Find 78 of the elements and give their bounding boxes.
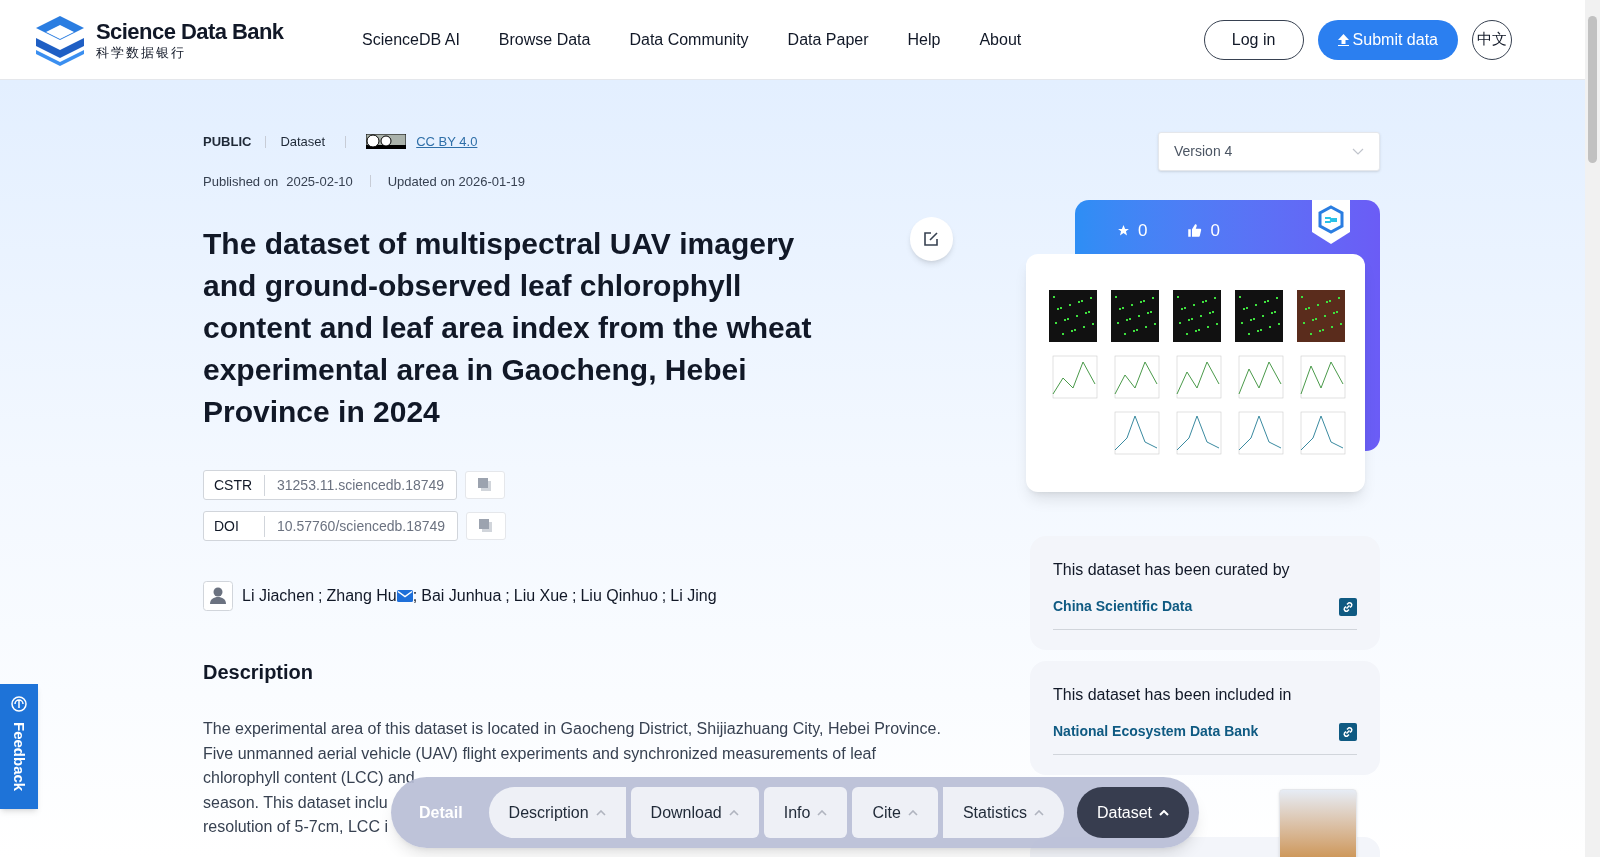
author-separator: ; xyxy=(318,586,323,606)
nav-link[interactable]: Browse Data xyxy=(498,27,591,52)
curation-text: This dataset has been included in xyxy=(1053,685,1293,705)
chevron-up-icon xyxy=(1159,809,1170,816)
dataset-title: The dataset of multispectral UAV imagery and ground-observed leaf chlorophyll content and leaf area index from the wheat experimental area in Gaocheng, Hebei Province in 2024 xyxy=(203,226,812,430)
identifier-label: CSTR xyxy=(204,474,265,496)
chevron-up-icon xyxy=(817,809,828,816)
description-text: Five unmanned aerial vehicle (UAV) flight experiments and synchronized measurements of leaf xyxy=(203,743,876,764)
author-link[interactable]: Li Jing xyxy=(670,584,717,608)
section-heading: Description xyxy=(203,660,315,685)
like-count: 0 xyxy=(1210,220,1220,242)
copy-button[interactable] xyxy=(465,471,506,499)
identifier-value: 31253.11.sciencedb.18749 xyxy=(276,475,446,495)
author-separator: ; xyxy=(505,586,510,606)
license-badge-icon[interactable] xyxy=(366,134,407,150)
submit-data-button[interactable]: Submit data xyxy=(1317,19,1458,60)
published-label: Published on xyxy=(203,172,279,191)
published-date: 2025-02-10 xyxy=(286,172,353,191)
scrollbar[interactable] xyxy=(1585,0,1600,857)
identifier-value: 10.57760/sciencedb.18749 xyxy=(276,516,447,536)
favorite-count: 0 xyxy=(1138,220,1148,242)
description-text: season. This dataset inclu xyxy=(203,792,388,813)
link-icon[interactable] xyxy=(1339,597,1357,616)
author-link[interactable]: Li Jiachen xyxy=(242,584,315,608)
chevron-up-icon xyxy=(907,809,918,816)
nav-link[interactable]: About xyxy=(979,27,1022,52)
nav-link[interactable]: Data Community xyxy=(629,27,749,52)
type-label: Dataset xyxy=(280,133,326,151)
logo-subtitle: 科学数据银行 xyxy=(96,45,187,59)
detail-tab[interactable]: Cite xyxy=(852,787,938,838)
detail-tab[interactable]: Description xyxy=(488,787,626,838)
author-link[interactable]: Liu Xue xyxy=(513,584,568,608)
login-button[interactable]: Log in xyxy=(1203,19,1304,60)
description-text: chlorophyll content (LCC) and xyxy=(203,768,415,788)
license-link[interactable]: CC BY 4.0 xyxy=(416,132,478,152)
feedback-icon xyxy=(9,694,29,714)
detail-tab[interactable]: Info xyxy=(763,787,848,838)
curation-link[interactable]: China Scientific Data xyxy=(1053,596,1193,617)
language-button[interactable]: 中文 xyxy=(1472,19,1512,60)
detail-tab[interactable]: Statistics xyxy=(942,787,1064,838)
updated-date: Updated on 2026-01-19 xyxy=(387,172,525,191)
copy-icon xyxy=(479,519,494,533)
description-text: The experimental area of this dataset is located in Gaocheng District, Shijiazhuang City, Hebei Province. xyxy=(203,719,941,739)
chevron-down-icon xyxy=(1352,148,1364,155)
chevron-up-icon xyxy=(1033,809,1044,816)
thumbs-up-icon[interactable] xyxy=(1187,223,1203,239)
nav-link[interactable]: Data Paper xyxy=(787,27,869,52)
author-link[interactable]: Liu Qinhuo xyxy=(580,584,658,608)
author-separator: ; xyxy=(412,586,418,606)
badge-icon xyxy=(1312,200,1350,244)
version-select[interactable]: Version 4 xyxy=(1158,132,1380,171)
author-link[interactable]: Bai Junhua xyxy=(421,584,502,608)
curation-link[interactable]: National Ecosystem Data Bank xyxy=(1053,721,1259,742)
link-icon[interactable] xyxy=(1339,722,1357,741)
identifier-label: DOI xyxy=(204,515,265,537)
curation-text: This dataset has been curated by xyxy=(1053,560,1291,580)
author-link[interactable]: Zhang Hu xyxy=(326,584,397,608)
chevron-up-icon xyxy=(728,809,739,816)
external-edit-icon xyxy=(923,231,940,247)
access-label: PUBLIC xyxy=(203,133,252,151)
author-separator: ; xyxy=(661,586,667,606)
nav-link[interactable]: ScienceDB AI xyxy=(362,27,460,52)
copy-button[interactable] xyxy=(466,512,507,540)
copy-icon xyxy=(478,478,493,492)
description-text: resolution of 5-7cm, LCC i xyxy=(203,817,388,837)
star-icon[interactable] xyxy=(1117,224,1130,238)
edit-button[interactable] xyxy=(909,217,953,261)
email-icon[interactable] xyxy=(396,590,413,602)
detail-label: Detail xyxy=(419,802,463,823)
author-separator: ; xyxy=(572,586,577,606)
chevron-up-icon xyxy=(595,809,606,816)
detail-tab[interactable]: Dataset xyxy=(1076,787,1190,838)
upload-icon xyxy=(1337,33,1349,46)
person-icon xyxy=(203,581,233,611)
logo-title: Science Data Bank xyxy=(96,20,284,43)
detail-tab[interactable]: Download xyxy=(630,787,759,838)
nav-link[interactable]: Help xyxy=(907,27,941,52)
feedback-button[interactable]: Feedback xyxy=(0,684,38,809)
